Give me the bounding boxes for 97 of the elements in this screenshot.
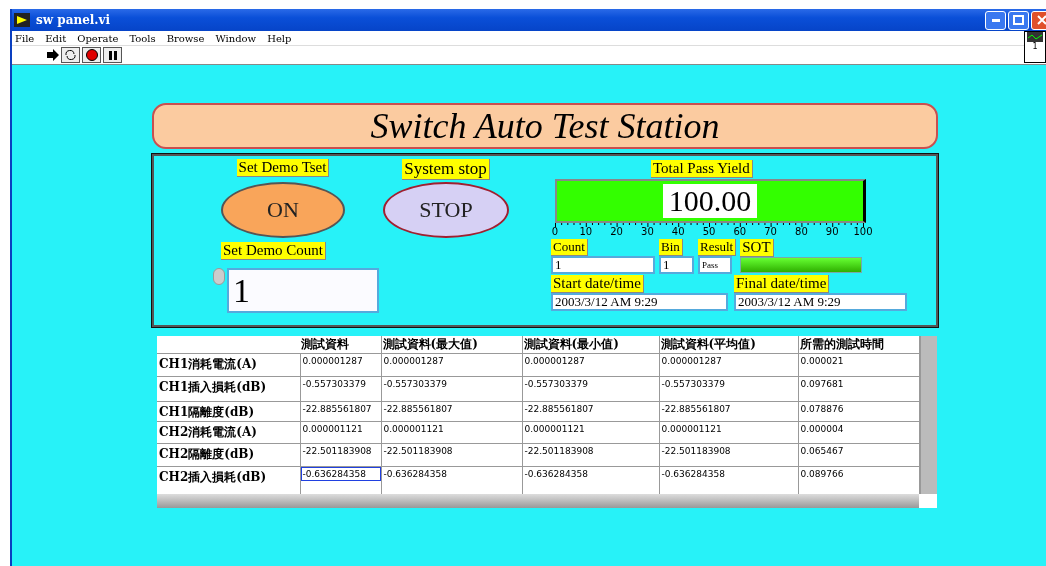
table-cell[interactable]: 0.000001287 xyxy=(659,354,798,368)
row-header: CH1消耗電流(A) xyxy=(157,353,300,377)
table-cell[interactable]: -0.636284358 xyxy=(300,467,381,481)
table-cell[interactable]: -22.885561807 xyxy=(300,402,381,416)
date-field[interactable]: 2003/3/12 AM 9:29 xyxy=(734,293,907,311)
scale-label: 10 xyxy=(579,226,593,237)
table-cell[interactable]: 0.000001121 xyxy=(659,422,798,436)
table-cell[interactable]: -22.501183908 xyxy=(522,444,659,458)
control-label: SOT xyxy=(740,239,774,257)
date-field[interactable]: 2003/3/12 AM 9:29 xyxy=(551,293,728,311)
row-header: CH1插入損耗(dB) xyxy=(157,376,300,402)
pause-button[interactable] xyxy=(103,47,122,63)
table-cell[interactable]: -22.885561807 xyxy=(381,402,522,416)
control-label: Set Demo Tset xyxy=(236,159,330,177)
menu-item[interactable]: File xyxy=(15,32,35,44)
menu-item[interactable]: Browse xyxy=(166,32,205,44)
close-icon xyxy=(1036,15,1046,25)
maximize-button[interactable] xyxy=(1008,10,1029,30)
scale-label: 70 xyxy=(764,226,777,237)
table-cell[interactable]: 0.089766 xyxy=(798,467,919,481)
column-header: 測試資料 xyxy=(300,336,381,354)
loop-arrows-icon xyxy=(64,50,77,60)
table-cell[interactable]: -0.636284358 xyxy=(659,467,798,481)
control-label: Start date/time xyxy=(551,275,644,293)
control-label: System stop xyxy=(402,159,490,180)
column-header: 測試資料(最小值) xyxy=(522,336,659,354)
bin-field[interactable]: 1 xyxy=(659,256,694,274)
control-label: Result xyxy=(698,239,737,256)
scale-label: 0 xyxy=(551,226,559,237)
scale-label: 50 xyxy=(702,226,716,237)
table-cell[interactable]: 0.078876 xyxy=(798,402,919,416)
close-button[interactable] xyxy=(1031,10,1046,30)
stop-circle-icon xyxy=(85,49,98,61)
scale-label: 100 xyxy=(853,226,873,237)
horizontal-scrollbar[interactable] xyxy=(157,493,919,508)
numeric-field[interactable]: 1 xyxy=(227,268,379,313)
count-field[interactable]: 1 xyxy=(551,256,655,274)
table-cell[interactable]: -0.557303379 xyxy=(381,377,522,391)
run-continuously-button[interactable] xyxy=(61,47,80,63)
scale-label: 60 xyxy=(733,226,747,237)
stop-button[interactable]: STOP xyxy=(383,182,509,238)
table-cell[interactable]: 0.000001121 xyxy=(381,422,522,436)
menu-item[interactable]: Edit xyxy=(45,32,67,44)
column-header: 測試資料(最大值) xyxy=(381,336,522,354)
control-label: Final date/time xyxy=(734,275,830,293)
run-arrow-icon[interactable] xyxy=(45,49,59,61)
table-cell[interactable]: 0.000001287 xyxy=(522,354,659,368)
maximize-icon xyxy=(1013,15,1024,25)
table-cell[interactable]: 0.000001287 xyxy=(381,354,522,368)
row-header: CH1隔離度(dB) xyxy=(157,401,300,422)
table-cell[interactable]: -22.501183908 xyxy=(659,444,798,458)
table-cell[interactable]: 0.000001121 xyxy=(522,422,659,436)
scale-label: 30 xyxy=(641,226,654,237)
scale-label: 40 xyxy=(671,226,685,237)
banner-title: Switch Auto Test Station xyxy=(370,105,720,147)
control-label: Set Demo Count xyxy=(221,242,326,260)
row-header: CH2隔離度(dB) xyxy=(157,443,300,467)
control-label: Bin xyxy=(659,239,683,256)
table-cell[interactable]: -0.557303379 xyxy=(300,377,381,391)
control-label: Count xyxy=(551,239,588,256)
table-cell[interactable]: -22.885561807 xyxy=(659,402,798,416)
app-icon xyxy=(14,13,30,27)
table-cell[interactable]: -0.557303379 xyxy=(659,377,798,391)
scale-label: 20 xyxy=(610,226,623,237)
menu-item[interactable]: Window xyxy=(215,32,257,44)
menu-item[interactable]: Tools xyxy=(129,32,156,44)
scale-label: 90 xyxy=(825,226,839,237)
column-header: 測試資料(平均值) xyxy=(659,336,798,354)
table-cell[interactable]: -0.557303379 xyxy=(522,377,659,391)
column-header: 所需的測試時間 xyxy=(798,336,919,354)
yield-value: 100.00 xyxy=(662,184,758,218)
waveform-icon xyxy=(1027,32,1043,42)
result-field: Pass xyxy=(698,256,732,274)
scale-label: 80 xyxy=(795,226,808,237)
table-cell[interactable]: -22.885561807 xyxy=(522,402,659,416)
menu-item[interactable]: Help xyxy=(267,32,292,44)
table-cell[interactable]: -0.636284358 xyxy=(522,467,659,481)
table-cell[interactable]: 0.065467 xyxy=(798,444,919,458)
minimize-icon xyxy=(991,18,1000,22)
table-cell[interactable]: -22.501183908 xyxy=(381,444,522,458)
window-title: sw panel.vi xyxy=(36,13,111,27)
abort-button[interactable] xyxy=(82,47,101,63)
row-header: CH2消耗電流(A) xyxy=(157,421,300,444)
table-cell[interactable]: 0.000004 xyxy=(798,422,919,436)
row-header: CH2插入損耗(dB) xyxy=(157,466,300,494)
pause-icon xyxy=(108,50,117,60)
table-cell[interactable]: 0.000001121 xyxy=(300,422,381,436)
table-cell[interactable]: -0.636284358 xyxy=(381,467,522,481)
menu-item[interactable]: Operate xyxy=(77,32,119,44)
table-cell[interactable]: -22.501183908 xyxy=(300,444,381,458)
connector-pane-icon: 1 xyxy=(1024,31,1046,63)
control-label: Total Pass Yield xyxy=(651,160,753,178)
table-cell[interactable]: 0.097681 xyxy=(798,377,919,391)
table-cell[interactable]: 0.000001287 xyxy=(300,354,381,368)
table-cell[interactable]: 0.000021 xyxy=(798,354,919,368)
minimize-button[interactable] xyxy=(985,10,1006,30)
on-button[interactable]: ON xyxy=(221,182,345,238)
